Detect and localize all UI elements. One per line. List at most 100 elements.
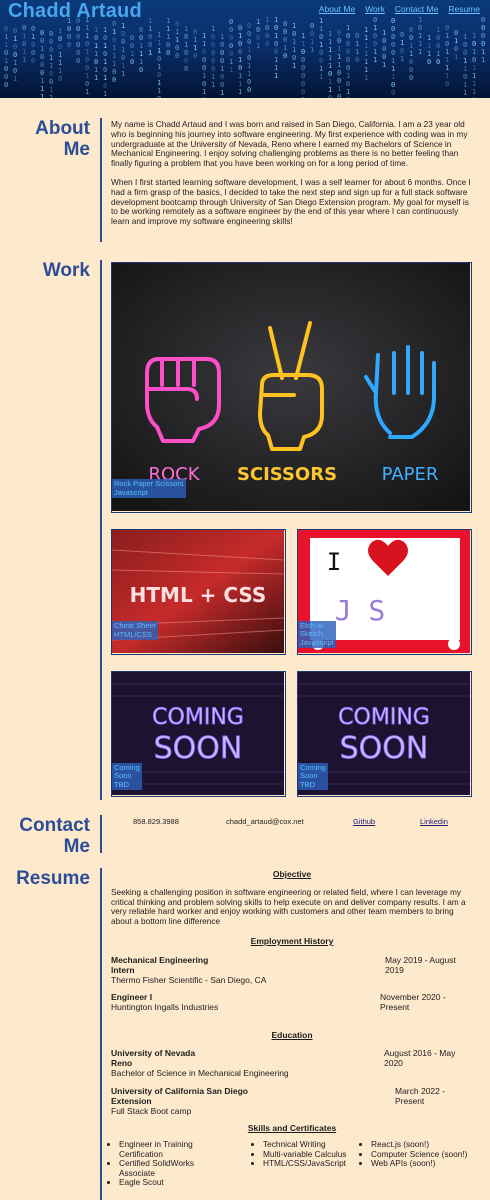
svg-text:1: 1 [220,65,224,73]
svg-text:0: 0 [94,34,98,42]
svg-text:1: 1 [112,44,116,52]
svg-text:0: 0 [67,41,71,49]
svg-text:0: 0 [4,81,8,89]
svg-text:1: 1 [274,64,278,72]
svg-text:1: 1 [40,77,44,85]
svg-text:1: 1 [364,34,368,42]
svg-text:1: 1 [319,65,323,73]
nav-contact-me[interactable]: Contact Me [395,4,438,14]
svg-text:1: 1 [373,48,377,56]
resume-body: Objective Seeking a challenging position… [111,869,473,1186]
svg-text:0: 0 [67,25,71,33]
svg-text:1: 1 [319,41,323,49]
svg-text:1: 1 [103,42,107,50]
svg-text:1: 1 [373,24,377,32]
job-entry: Engineer I Huntington Ingalls Industries… [111,992,473,1013]
rps-scissors-word: SCISSORS [237,464,337,485]
svg-text:1: 1 [166,17,170,25]
skill-item: Eagle Scout [119,1177,229,1188]
education-entry: University of Nevada Reno Bachelor of Sc… [111,1048,473,1078]
site-header: 0110100001001010101101000001000111000110… [0,0,490,98]
svg-text:1: 1 [184,41,188,49]
job-company: Thermo Fisher Scientific - San Diego, CA [111,974,267,985]
svg-text:1: 1 [112,52,116,60]
svg-text:0: 0 [220,41,224,49]
project-rock-paper-scissors[interactable]: ROCK SCISSORS PAPER Rock Paper Scissors … [111,262,472,513]
main-nav: About Me Work Contact Me Resume [319,4,480,14]
svg-text:1: 1 [193,36,197,44]
svg-text:0: 0 [103,50,107,58]
svg-text:1: 1 [364,58,368,66]
svg-text:1: 1 [337,45,341,53]
svg-text:1: 1 [40,93,44,98]
objective-text: Seeking a challenging position in softwa… [111,886,466,927]
svg-text:0: 0 [346,40,350,48]
svg-text:1: 1 [85,24,89,32]
svg-text:0: 0 [409,66,413,74]
github-link[interactable]: Github [353,817,375,826]
svg-text:1: 1 [58,27,62,35]
svg-text:0: 0 [211,49,215,57]
svg-text:1: 1 [184,25,188,33]
svg-text:1: 1 [409,50,413,58]
svg-text:0: 0 [382,45,386,53]
svg-text:1: 1 [364,50,368,58]
svg-text:0: 0 [184,33,188,41]
svg-text:1: 1 [364,26,368,34]
svg-text:0: 0 [256,26,260,34]
svg-text:0: 0 [301,80,305,88]
svg-text:0: 0 [373,40,377,48]
nav-about-me[interactable]: About Me [319,4,355,14]
svg-text:0: 0 [238,64,242,72]
svg-text:1: 1 [22,56,26,64]
svg-text:1: 1 [445,72,449,80]
svg-text:0: 0 [112,36,116,44]
svg-text:1: 1 [247,46,251,54]
svg-text:0: 0 [49,30,53,38]
svg-text:1: 1 [472,48,476,56]
svg-text:0: 0 [121,30,125,38]
svg-text:0: 0 [175,44,179,52]
svg-text:0: 0 [211,41,215,49]
coming-graphic-text: COMING [338,705,430,730]
svg-text:1: 1 [121,62,125,70]
svg-text:0: 0 [4,25,8,33]
site-brand[interactable]: Chadd Artaud [8,0,142,23]
svg-text:0: 0 [481,16,485,24]
svg-text:0: 0 [202,96,206,98]
svg-text:0: 0 [373,32,377,40]
svg-text:1: 1 [121,70,125,78]
svg-text:0: 0 [85,64,89,72]
svg-text:0: 0 [337,69,341,77]
svg-text:0: 0 [400,47,404,55]
svg-text:0: 0 [472,40,476,48]
linkedin-link[interactable]: Linkedin [420,817,448,826]
svg-text:0: 0 [463,73,467,81]
svg-text:1: 1 [157,87,161,95]
svg-text:0: 0 [481,32,485,40]
svg-text:1: 1 [256,42,260,50]
svg-text:0: 0 [454,29,458,37]
project-tech: TBD [300,779,315,789]
project-etch-a-sketch[interactable]: I J S Etch-A- Sketch Javascript [297,529,472,655]
svg-text:0: 0 [76,49,80,57]
svg-text:0: 0 [76,41,80,49]
nav-work[interactable]: Work [365,4,385,14]
svg-text:1: 1 [238,72,242,80]
project-coming-soon-2[interactable]: COMING SOON Coming Soon TBD [297,671,472,797]
svg-text:1: 1 [220,97,224,98]
project-cheat-sheet[interactable]: HTML + CSS Cheat Sheet HTML/CSS [111,529,286,655]
svg-text:1: 1 [130,50,134,58]
employment-heading: Employment History [250,936,334,946]
nav-resume[interactable]: Resume [448,4,480,14]
svg-text:0: 0 [301,72,305,80]
project-coming-soon-1[interactable]: COMING SOON Coming Soon TBD [111,671,286,797]
svg-text:1: 1 [364,66,368,74]
svg-text:1: 1 [337,53,341,61]
svg-text:1: 1 [166,25,170,33]
svg-text:0: 0 [148,41,152,49]
svg-text:0: 0 [346,64,350,72]
svg-text:1: 1 [157,39,161,47]
job-dates: November 2020 - Present [380,992,446,1012]
rps-image: ROCK SCISSORS PAPER [112,263,470,511]
